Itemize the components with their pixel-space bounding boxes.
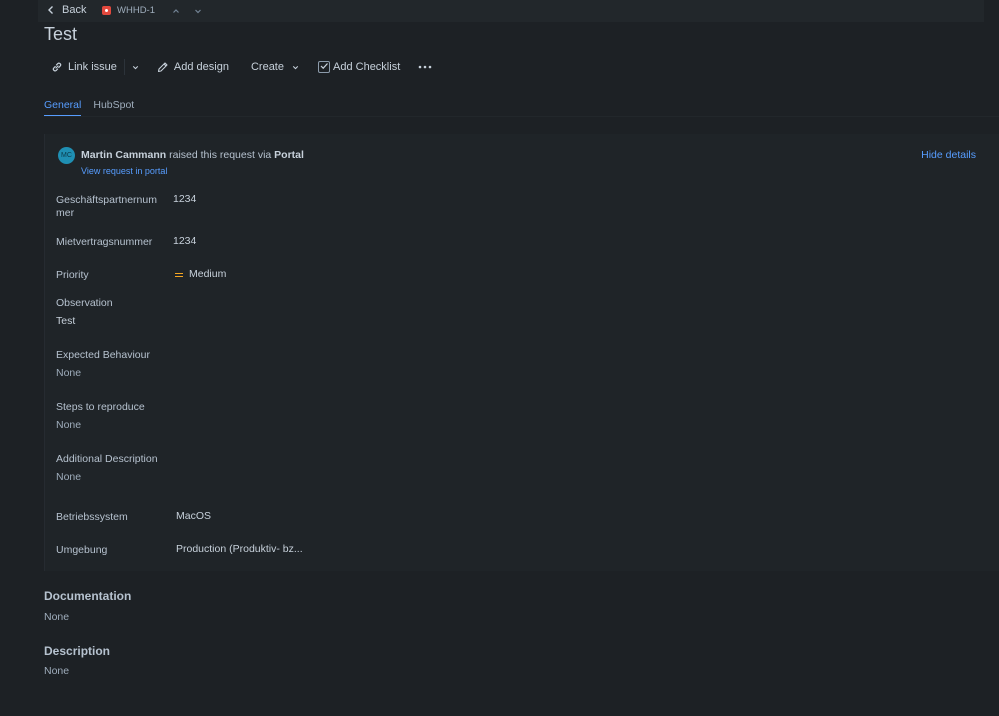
hide-details-button[interactable]: Hide details <box>921 149 976 161</box>
back-label: Back <box>62 4 87 16</box>
issue-tabs: General HubSpot <box>44 99 134 117</box>
previous-issue-button[interactable] <box>169 4 183 18</box>
tab-general[interactable]: General <box>44 99 82 117</box>
chevron-down-icon <box>292 65 299 69</box>
field-value-contract-number[interactable]: 1234 <box>173 235 196 248</box>
link-issue-label: Link issue <box>68 61 117 73</box>
issue-toolbar: Link issue Add design Create Add Checkli… <box>44 56 439 78</box>
add-design-label: Add design <box>173 61 229 73</box>
field-label-observation: Observation <box>56 297 113 309</box>
request-origin-text: Martin Cammann raised this request via P… <box>81 149 304 161</box>
field-value-observation[interactable]: Test <box>56 315 75 328</box>
field-label-line: mer <box>56 207 75 219</box>
request-details-panel: MC Martin Cammann raised this request vi… <box>44 134 999 571</box>
issue-title[interactable]: Test <box>44 24 77 45</box>
design-pen-icon <box>157 62 168 73</box>
raised-via-text: raised this request via <box>169 149 272 161</box>
add-design-button[interactable]: Add design <box>150 56 236 78</box>
next-issue-button[interactable] <box>191 4 205 18</box>
field-value-environment[interactable]: Production (Produktiv- bz... <box>176 543 303 556</box>
link-icon <box>52 62 62 72</box>
create-label: Create <box>250 61 284 73</box>
documentation-heading: Documentation <box>44 589 132 603</box>
issue-type-icon <box>102 6 111 15</box>
add-checklist-label: Add Checklist <box>333 61 401 73</box>
link-issue-dropdown[interactable] <box>125 56 146 78</box>
avatar: MC <box>58 147 75 164</box>
description-heading: Description <box>44 644 111 658</box>
chevron-left-icon <box>48 6 53 14</box>
back-button[interactable]: Back <box>46 4 86 16</box>
link-issue-button[interactable]: Link issue <box>44 56 124 78</box>
requester-name[interactable]: Martin Cammann <box>81 149 166 161</box>
field-label-priority: Priority <box>56 269 89 281</box>
field-label-steps-to-reproduce: Steps to reproduce <box>56 401 145 413</box>
issue-key: WHHD-1 <box>117 5 155 16</box>
description-value[interactable]: None <box>44 665 69 677</box>
tab-divider <box>44 116 999 117</box>
field-value-additional-description[interactable]: None <box>56 471 81 484</box>
field-label-partner-number: Geschäftspartnernum mer <box>56 194 157 220</box>
field-label-line: Geschäftspartnernum <box>56 194 157 206</box>
field-value-operating-system[interactable]: MacOS <box>176 510 211 523</box>
field-label-expected-behaviour: Expected Behaviour <box>56 349 150 361</box>
tab-hubspot[interactable]: HubSpot <box>93 99 134 117</box>
view-request-in-portal-link[interactable]: View request in portal <box>81 166 167 176</box>
chevron-up-icon <box>173 9 179 13</box>
field-label-environment: Umgebung <box>56 544 108 556</box>
add-checklist-button[interactable]: Add Checklist <box>311 56 407 78</box>
field-label-operating-system: Betriebssystem <box>56 511 128 523</box>
field-label-contract-number: Mietvertragsnummer <box>56 236 153 248</box>
priority-medium-icon <box>175 272 183 278</box>
field-value-expected-behaviour[interactable]: None <box>56 367 81 380</box>
documentation-value[interactable]: None <box>44 611 69 623</box>
more-actions-button[interactable] <box>411 56 439 78</box>
chevron-down-icon <box>132 65 139 69</box>
field-value-priority[interactable]: Medium <box>175 268 226 281</box>
issue-key-link[interactable]: WHHD-1 <box>102 5 155 16</box>
checklist-icon <box>318 61 330 73</box>
field-value-steps-to-reproduce[interactable]: None <box>56 419 81 432</box>
create-button[interactable]: Create <box>244 56 307 78</box>
request-channel: Portal <box>274 149 304 161</box>
chevron-down-icon <box>195 9 201 14</box>
issue-topbar: Back WHHD-1 <box>38 0 984 22</box>
field-value-partner-number[interactable]: 1234 <box>173 193 196 206</box>
priority-value: Medium <box>189 268 227 280</box>
more-icon <box>418 65 432 69</box>
field-label-additional-description: Additional Description <box>56 453 158 465</box>
